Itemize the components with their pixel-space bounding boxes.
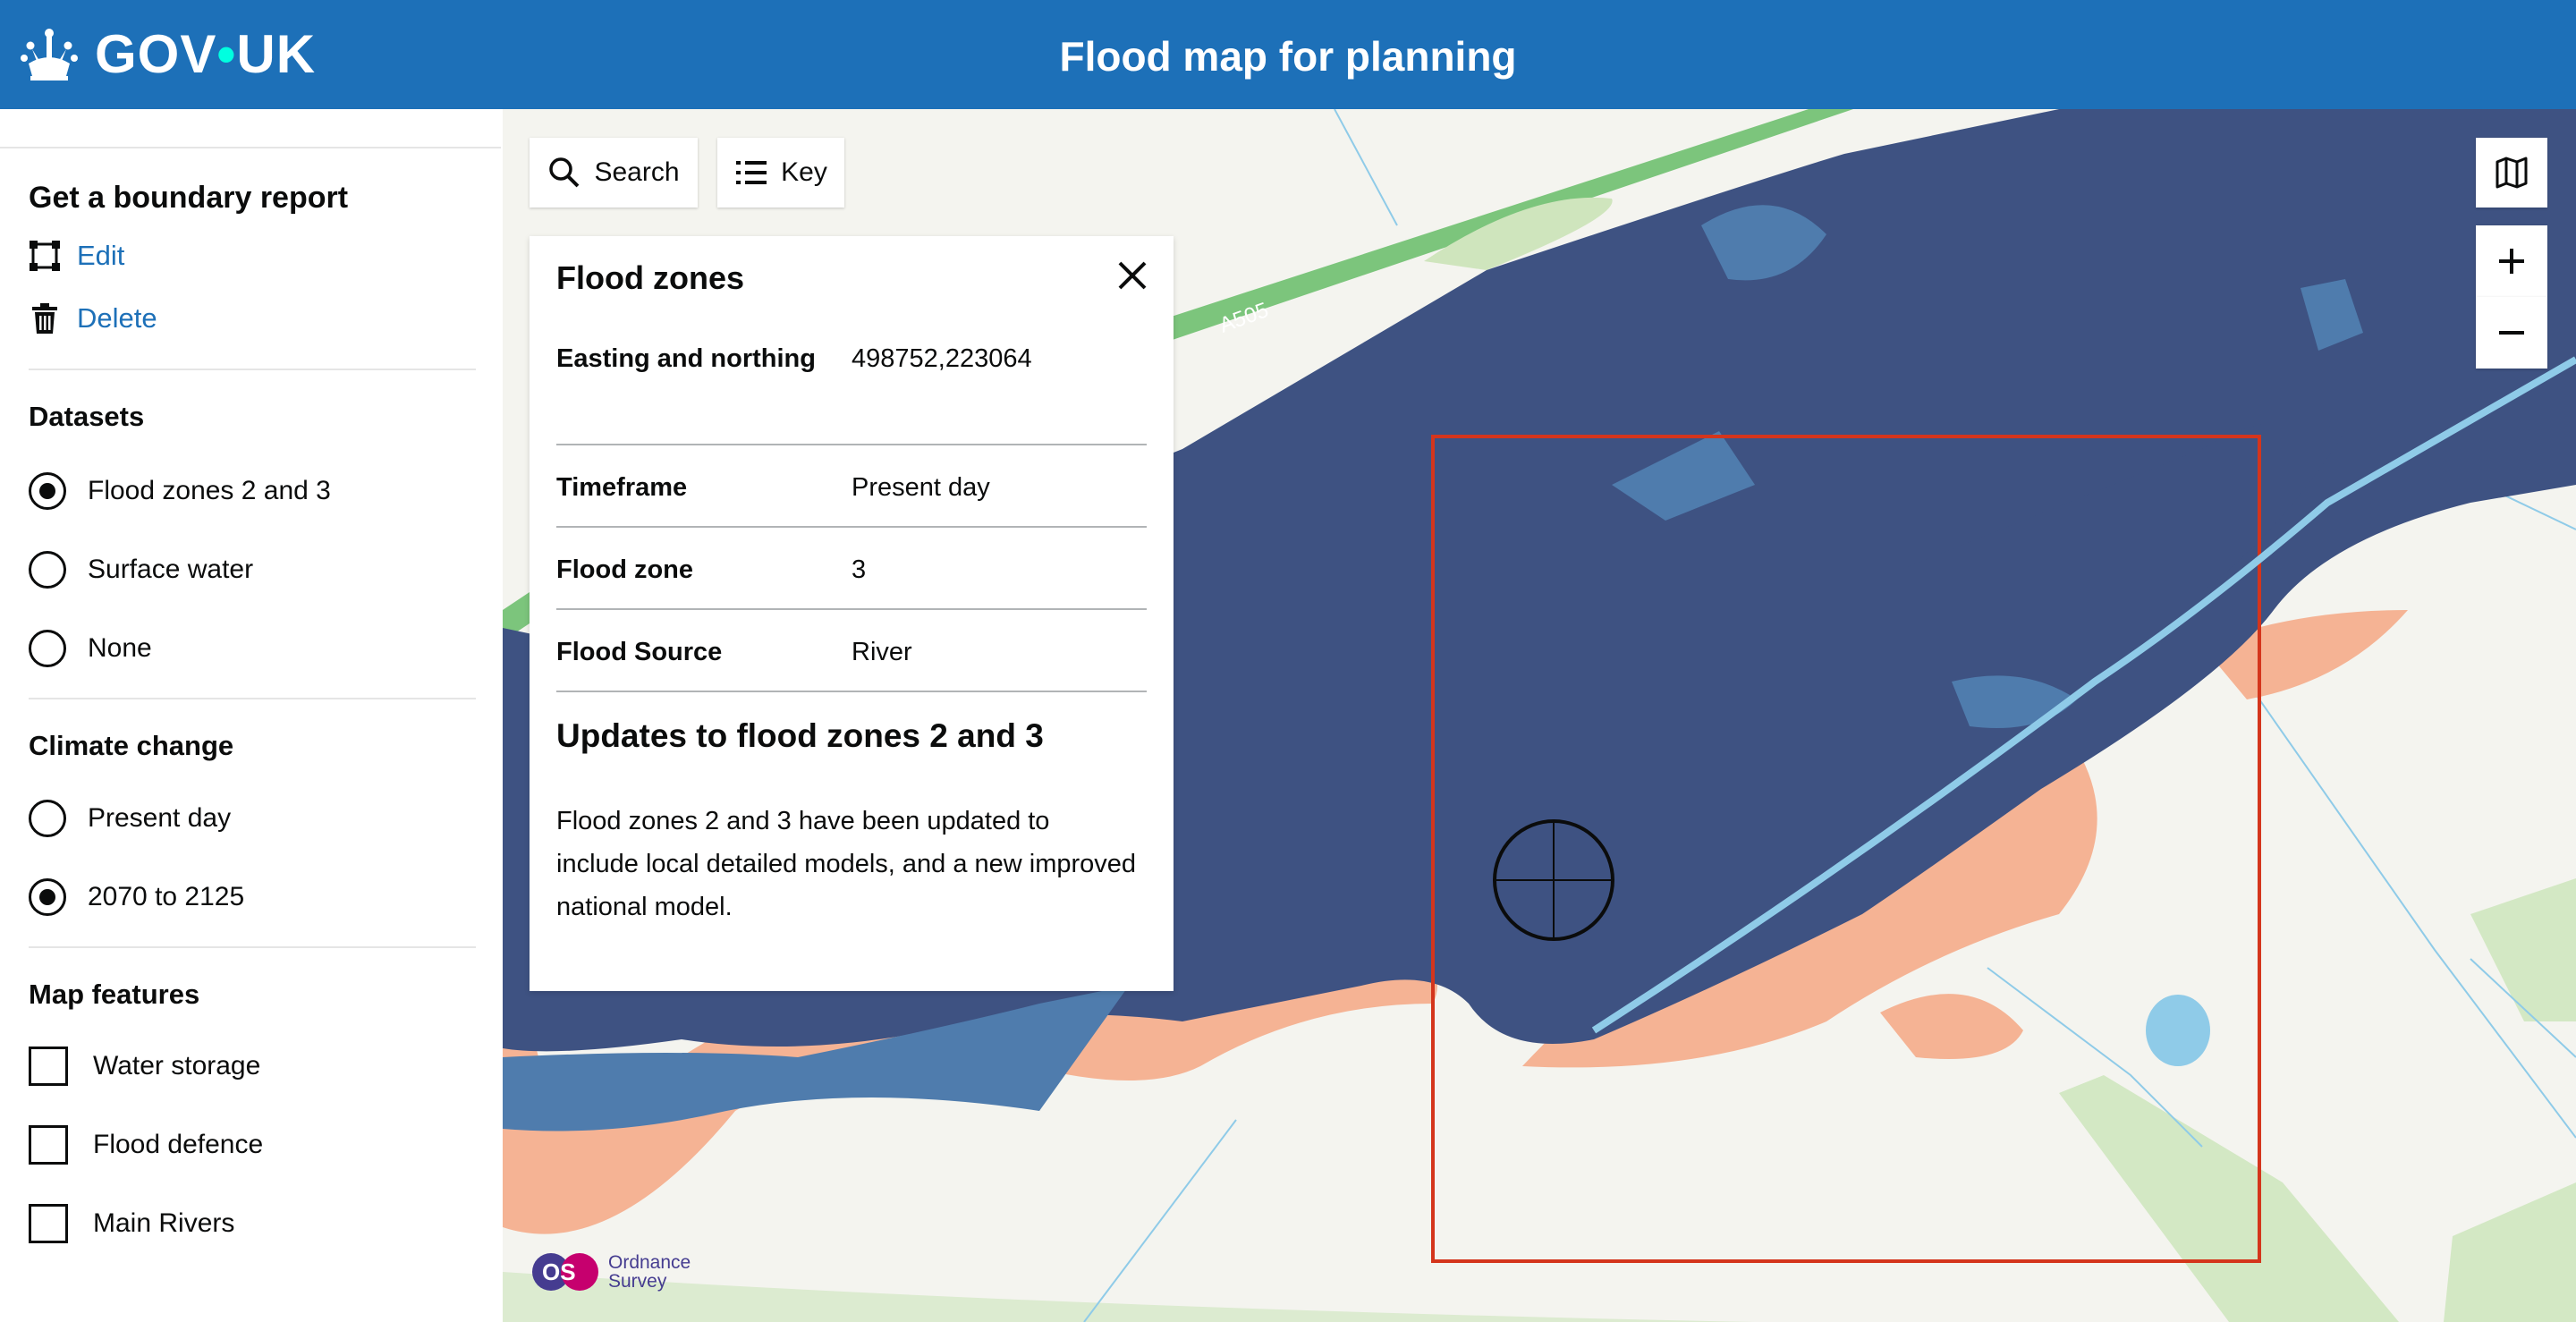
- zoom-out-icon: [2499, 331, 2524, 335]
- ordnance-survey-logo: OS Ordnance Survey: [530, 1250, 691, 1293]
- row-value-flood-zone: 3: [852, 555, 867, 584]
- trash-icon: [32, 303, 57, 334]
- radio-button-selected[interactable]: [29, 472, 66, 510]
- checkbox-main-rivers[interactable]: Main Rivers: [29, 1204, 234, 1243]
- radio-present-day[interactable]: Present day: [29, 800, 231, 837]
- map-style-button[interactable]: [2476, 138, 2547, 208]
- checkbox-label: Flood defence: [93, 1130, 264, 1159]
- zoom-in-button[interactable]: [2476, 225, 2547, 297]
- checkbox[interactable]: [29, 1047, 68, 1086]
- green-area: [2470, 878, 2576, 1021]
- radio-surface-water[interactable]: Surface water: [29, 551, 253, 589]
- row-value-flood-source: River: [852, 638, 912, 666]
- crosshair-icon[interactable]: [1493, 819, 1614, 941]
- panel-subheading: Updates to flood zones 2 and 3: [556, 717, 1044, 754]
- close-icon[interactable]: [1113, 256, 1152, 295]
- radio-button[interactable]: [29, 630, 66, 667]
- os-line2: Survey: [608, 1271, 667, 1292]
- map-layers-icon: [2496, 157, 2528, 189]
- divider: [29, 946, 476, 948]
- search-icon: [549, 157, 580, 188]
- edit-label: Edit: [77, 240, 125, 271]
- checkbox-water-storage[interactable]: Water storage: [29, 1047, 260, 1086]
- green-area: [2444, 1182, 2576, 1322]
- zoom-out-button[interactable]: [2476, 297, 2547, 369]
- edit-boundary-link[interactable]: Edit: [29, 240, 124, 272]
- search-button[interactable]: Search: [530, 138, 698, 208]
- os-emblem: OS: [532, 1253, 598, 1291]
- radio-button[interactable]: [29, 551, 66, 589]
- divider: [29, 698, 476, 699]
- row-divider: [556, 608, 1147, 610]
- sidebar-top-divider: [0, 147, 501, 148]
- row-key-timeframe: Timeframe: [556, 473, 688, 502]
- delete-label: Delete: [77, 302, 157, 334]
- zoom-in-icon: [2499, 249, 2524, 274]
- checkbox[interactable]: [29, 1125, 68, 1165]
- radio-label: Present day: [88, 803, 232, 833]
- row-value-timeframe: Present day: [852, 473, 990, 502]
- radio-button[interactable]: [29, 800, 66, 837]
- os-line1: Ordnance: [608, 1252, 691, 1273]
- row-value-easting: 498752,223064: [852, 344, 1032, 373]
- divider: [29, 369, 476, 370]
- radio-label: 2070 to 2125: [88, 882, 245, 911]
- key-button[interactable]: Key: [717, 138, 844, 208]
- radio-label: Surface water: [88, 555, 254, 584]
- delete-boundary-link[interactable]: Delete: [29, 302, 157, 335]
- checkbox-flood-defence[interactable]: Flood defence: [29, 1125, 263, 1165]
- green-area: [2059, 1075, 2399, 1322]
- polygon-edit-icon: [30, 241, 60, 271]
- flood-zones-panel: Flood zones Easting and northing 498752,…: [530, 236, 1174, 991]
- row-divider: [556, 691, 1147, 692]
- climate-change-heading: Climate change: [29, 730, 234, 761]
- key-label: Key: [781, 157, 827, 187]
- checkbox-label: Main Rivers: [93, 1208, 235, 1238]
- row-divider: [556, 444, 1147, 445]
- radio-label: None: [88, 633, 152, 663]
- svg-text:OS: OS: [542, 1258, 576, 1285]
- radio-flood-zones[interactable]: Flood zones 2 and 3: [29, 472, 331, 510]
- row-divider: [556, 526, 1147, 528]
- boundary-report-heading: Get a boundary report: [29, 181, 349, 215]
- radio-label: Flood zones 2 and 3: [88, 476, 331, 505]
- radio-none[interactable]: None: [29, 630, 152, 667]
- panel-title: Flood zones: [556, 259, 744, 296]
- site-header: GOV•UK Flood map for planning: [0, 0, 2576, 109]
- list-icon: [736, 161, 767, 184]
- panel-body-text: Flood zones 2 and 3 have been updated to…: [556, 807, 1137, 921]
- sidebar: Get a boundary report Edit Delete Datase…: [0, 109, 504, 1322]
- row-key-flood-source: Flood Source: [556, 638, 723, 666]
- checkbox[interactable]: [29, 1204, 68, 1243]
- checkbox-label: Water storage: [93, 1051, 261, 1080]
- radio-button-selected[interactable]: [29, 878, 66, 916]
- datasets-heading: Datasets: [29, 401, 145, 432]
- lake: [2146, 995, 2210, 1066]
- radio-2070-2125[interactable]: 2070 to 2125: [29, 878, 244, 916]
- os-text: Ordnance Survey: [608, 1253, 691, 1291]
- service-title: Flood map for planning: [1059, 33, 1517, 80]
- search-label: Search: [594, 157, 680, 187]
- row-key-easting: Easting and northing: [556, 344, 816, 373]
- row-key-flood-zone: Flood zone: [556, 555, 694, 584]
- map-features-heading: Map features: [29, 979, 200, 1010]
